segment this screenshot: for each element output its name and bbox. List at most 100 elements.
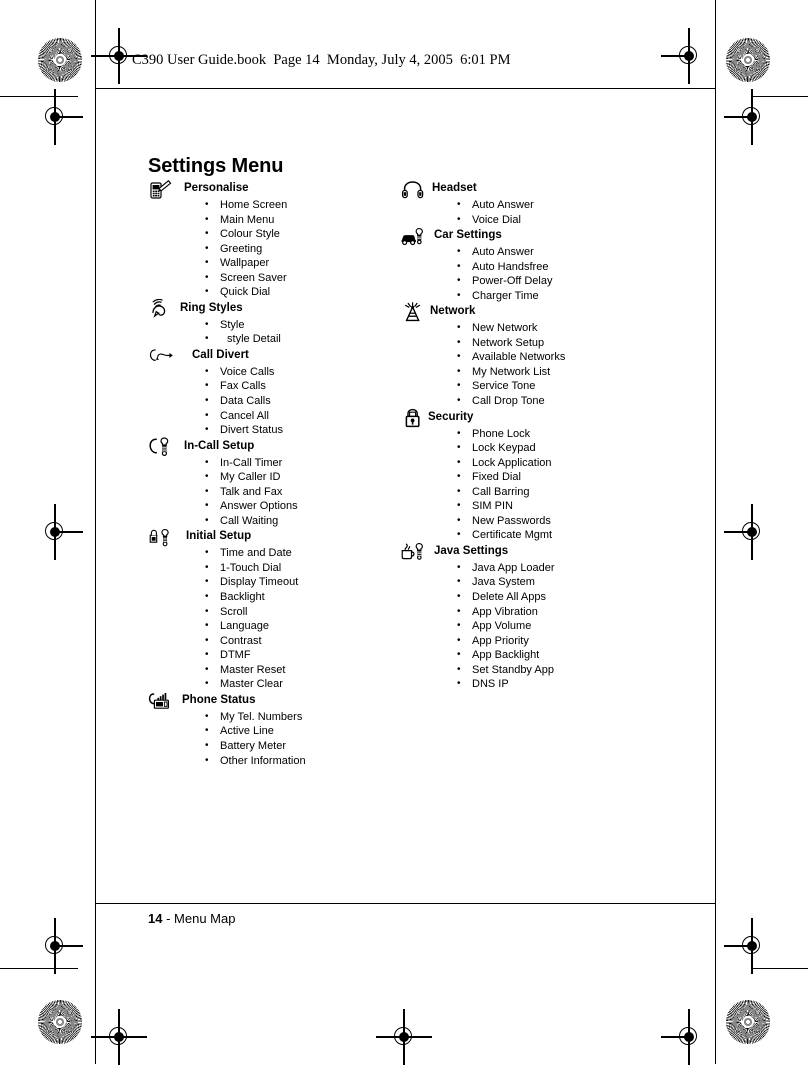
menu-item-available-networks[interactable]: Available Networks bbox=[400, 350, 660, 365]
menu-item-call-drop-tone[interactable]: Call Drop Tone bbox=[400, 394, 660, 409]
menu-item-my-network-list[interactable]: My Network List bbox=[400, 365, 660, 380]
menu-item-sim-pin[interactable]: SIM PIN bbox=[400, 499, 660, 514]
menu-item-style[interactable]: Style bbox=[148, 318, 398, 333]
menu-item-contrast[interactable]: Contrast bbox=[148, 634, 398, 649]
menu-item-charger-time[interactable]: Charger Time bbox=[400, 289, 660, 304]
menu-item-quick-dial[interactable]: Quick Dial bbox=[148, 285, 398, 300]
menu-item-colour-style[interactable]: Colour Style bbox=[148, 227, 398, 242]
menu-item-voice-calls[interactable]: Voice Calls bbox=[148, 365, 398, 380]
menu-item-divert-status[interactable]: Divert Status bbox=[148, 423, 398, 438]
menu-item-lock-keypad[interactable]: Lock Keypad bbox=[400, 441, 660, 456]
menu-group-call-divert: Call Divert Voice CallsFax CallsData Call… bbox=[148, 347, 398, 438]
menu-group-initial-setup: Initial Setup Time and Date1-Touch DialDi… bbox=[148, 528, 398, 691]
menu-group-title: Initial Setup bbox=[186, 530, 252, 543]
menu-group-header[interactable]: Headset bbox=[400, 180, 660, 198]
menu-item-auto-answer[interactable]: Auto Answer bbox=[400, 198, 660, 213]
footer-separator: - bbox=[162, 911, 175, 926]
menu-item-lock-application[interactable]: Lock Application bbox=[400, 456, 660, 471]
menu-item-new-passwords[interactable]: New Passwords bbox=[400, 514, 660, 529]
menu-item-list: Phone LockLock KeypadLock ApplicationFix… bbox=[400, 427, 660, 543]
menu-item-list: Style style Detail bbox=[148, 318, 398, 347]
menu-item-screen-saver[interactable]: Screen Saver bbox=[148, 271, 398, 286]
menu-item-list: Voice CallsFax CallsData CallsCancel All… bbox=[148, 365, 398, 438]
menu-item-auto-handsfree[interactable]: Auto Handsfree bbox=[400, 260, 660, 275]
menu-item-main-menu[interactable]: Main Menu bbox=[148, 213, 398, 228]
menu-column-right: HeadsetAuto AnswerVoice DialCar Settings… bbox=[400, 180, 660, 692]
menu-item-active-line[interactable]: Active Line bbox=[148, 724, 398, 739]
footer-rule bbox=[95, 903, 715, 904]
initial-setup-icon bbox=[148, 527, 174, 547]
menu-item-scroll[interactable]: Scroll bbox=[148, 605, 398, 620]
registration-target-bottom-right bbox=[661, 1009, 704, 1065]
menu-item-language[interactable]: Language bbox=[148, 619, 398, 634]
menu-group-header[interactable]: Phone Status bbox=[148, 692, 398, 710]
menu-group-title: Headset bbox=[432, 182, 477, 194]
menu-item-fax-calls[interactable]: Fax Calls bbox=[148, 379, 398, 394]
registration-target-right-lower bbox=[724, 918, 767, 974]
java-settings-icon bbox=[400, 542, 426, 562]
menu-item-call-barring[interactable]: Call Barring bbox=[400, 485, 660, 500]
menu-item-call-waiting[interactable]: Call Waiting bbox=[148, 514, 398, 529]
menu-item-time-and-date[interactable]: Time and Date bbox=[148, 546, 398, 561]
menu-group-header[interactable]: Initial Setup bbox=[148, 527, 398, 547]
menu-item-power-off-delay[interactable]: Power-Off Delay bbox=[400, 274, 660, 289]
menu-item-app-volume[interactable]: App Volume bbox=[400, 619, 660, 634]
menu-item-list: My Tel. NumbersActive LineBattery MeterO… bbox=[148, 710, 398, 768]
menu-item-dtmf[interactable]: DTMF bbox=[148, 648, 398, 663]
menu-item-greeting[interactable]: Greeting bbox=[148, 242, 398, 257]
menu-item-backlight[interactable]: Backlight bbox=[148, 590, 398, 605]
menu-item-auto-answer[interactable]: Auto Answer bbox=[400, 245, 660, 260]
menu-item-set-standby-app[interactable]: Set Standby App bbox=[400, 663, 660, 678]
registration-target-bottom-left bbox=[91, 1009, 147, 1065]
ring-styles-icon bbox=[148, 299, 174, 319]
menu-group-personalise: Personalise Home ScreenMain MenuColour St… bbox=[148, 179, 398, 300]
menu-item-style-detail[interactable]: style Detail bbox=[148, 332, 398, 347]
menu-item-my-caller-id[interactable]: My Caller ID bbox=[148, 470, 398, 485]
menu-item-voice-dial[interactable]: Voice Dial bbox=[400, 213, 660, 228]
menu-group-header[interactable]: In-Call Setup bbox=[148, 437, 398, 457]
car-settings-icon bbox=[400, 226, 426, 246]
menu-item-java-system[interactable]: Java System bbox=[400, 575, 660, 590]
menu-item-fixed-dial[interactable]: Fixed Dial bbox=[400, 470, 660, 485]
menu-group-header[interactable]: Call Divert bbox=[148, 347, 398, 365]
menu-item-wallpaper[interactable]: Wallpaper bbox=[148, 256, 398, 271]
menu-item-other-information[interactable]: Other Information bbox=[148, 754, 398, 769]
menu-item-answer-options[interactable]: Answer Options bbox=[148, 499, 398, 514]
menu-item-new-network[interactable]: New Network bbox=[400, 321, 660, 336]
menu-item-display-timeout[interactable]: Display Timeout bbox=[148, 575, 398, 590]
menu-item-list: Auto AnswerAuto HandsfreePower-Off Delay… bbox=[400, 245, 660, 303]
menu-item-dns-ip[interactable]: DNS IP bbox=[400, 677, 660, 692]
registration-target-left-lower bbox=[40, 918, 83, 974]
menu-item-network-setup[interactable]: Network Setup bbox=[400, 336, 660, 351]
menu-item-phone-lock[interactable]: Phone Lock bbox=[400, 427, 660, 442]
menu-item-talk-and-fax[interactable]: Talk and Fax bbox=[148, 485, 398, 500]
menu-item-java-app-loader[interactable]: Java App Loader bbox=[400, 561, 660, 576]
menu-item-app-backlight[interactable]: App Backlight bbox=[400, 648, 660, 663]
menu-group-header[interactable]: Network bbox=[400, 302, 660, 322]
menu-item-my-tel-numbers[interactable]: My Tel. Numbers bbox=[148, 710, 398, 725]
menu-item-master-clear[interactable]: Master Clear bbox=[148, 677, 398, 692]
menu-item-certificate-mgmt[interactable]: Certificate Mgmt bbox=[400, 528, 660, 543]
menu-group-header[interactable]: Personalise bbox=[148, 179, 398, 199]
menu-item-home-screen[interactable]: Home Screen bbox=[148, 198, 398, 213]
menu-group-title: Personalise bbox=[184, 182, 249, 194]
menu-group-header[interactable]: Car Settings bbox=[400, 227, 660, 245]
menu-item-in-call-timer[interactable]: In-Call Timer bbox=[148, 456, 398, 471]
menu-group-header[interactable]: Java Settings bbox=[400, 543, 660, 561]
menu-item-data-calls[interactable]: Data Calls bbox=[148, 394, 398, 409]
menu-group-header[interactable]: Ring Styles bbox=[148, 299, 398, 319]
menu-group-header[interactable]: Security bbox=[400, 408, 660, 427]
menu-item-delete-all-apps[interactable]: Delete All Apps bbox=[400, 590, 660, 605]
menu-item-list: Java App LoaderJava SystemDelete All App… bbox=[400, 561, 660, 692]
menu-item-service-tone[interactable]: Service Tone bbox=[400, 379, 660, 394]
crop-line-bottom-right bbox=[751, 968, 808, 969]
call-divert-icon bbox=[148, 346, 174, 366]
menu-item-cancel-all[interactable]: Cancel All bbox=[148, 409, 398, 424]
menu-group-headset: Headset Auto AnswerVoice Dial bbox=[400, 180, 660, 227]
menu-item-app-priority[interactable]: App Priority bbox=[400, 634, 660, 649]
menu-item-app-vibration[interactable]: App Vibration bbox=[400, 605, 660, 620]
menu-item-1-touch-dial[interactable]: 1-Touch Dial bbox=[148, 561, 398, 576]
menu-item-master-reset[interactable]: Master Reset bbox=[148, 663, 398, 678]
menu-item-list: Auto AnswerVoice Dial bbox=[400, 198, 660, 227]
menu-item-battery-meter[interactable]: Battery Meter bbox=[148, 739, 398, 754]
